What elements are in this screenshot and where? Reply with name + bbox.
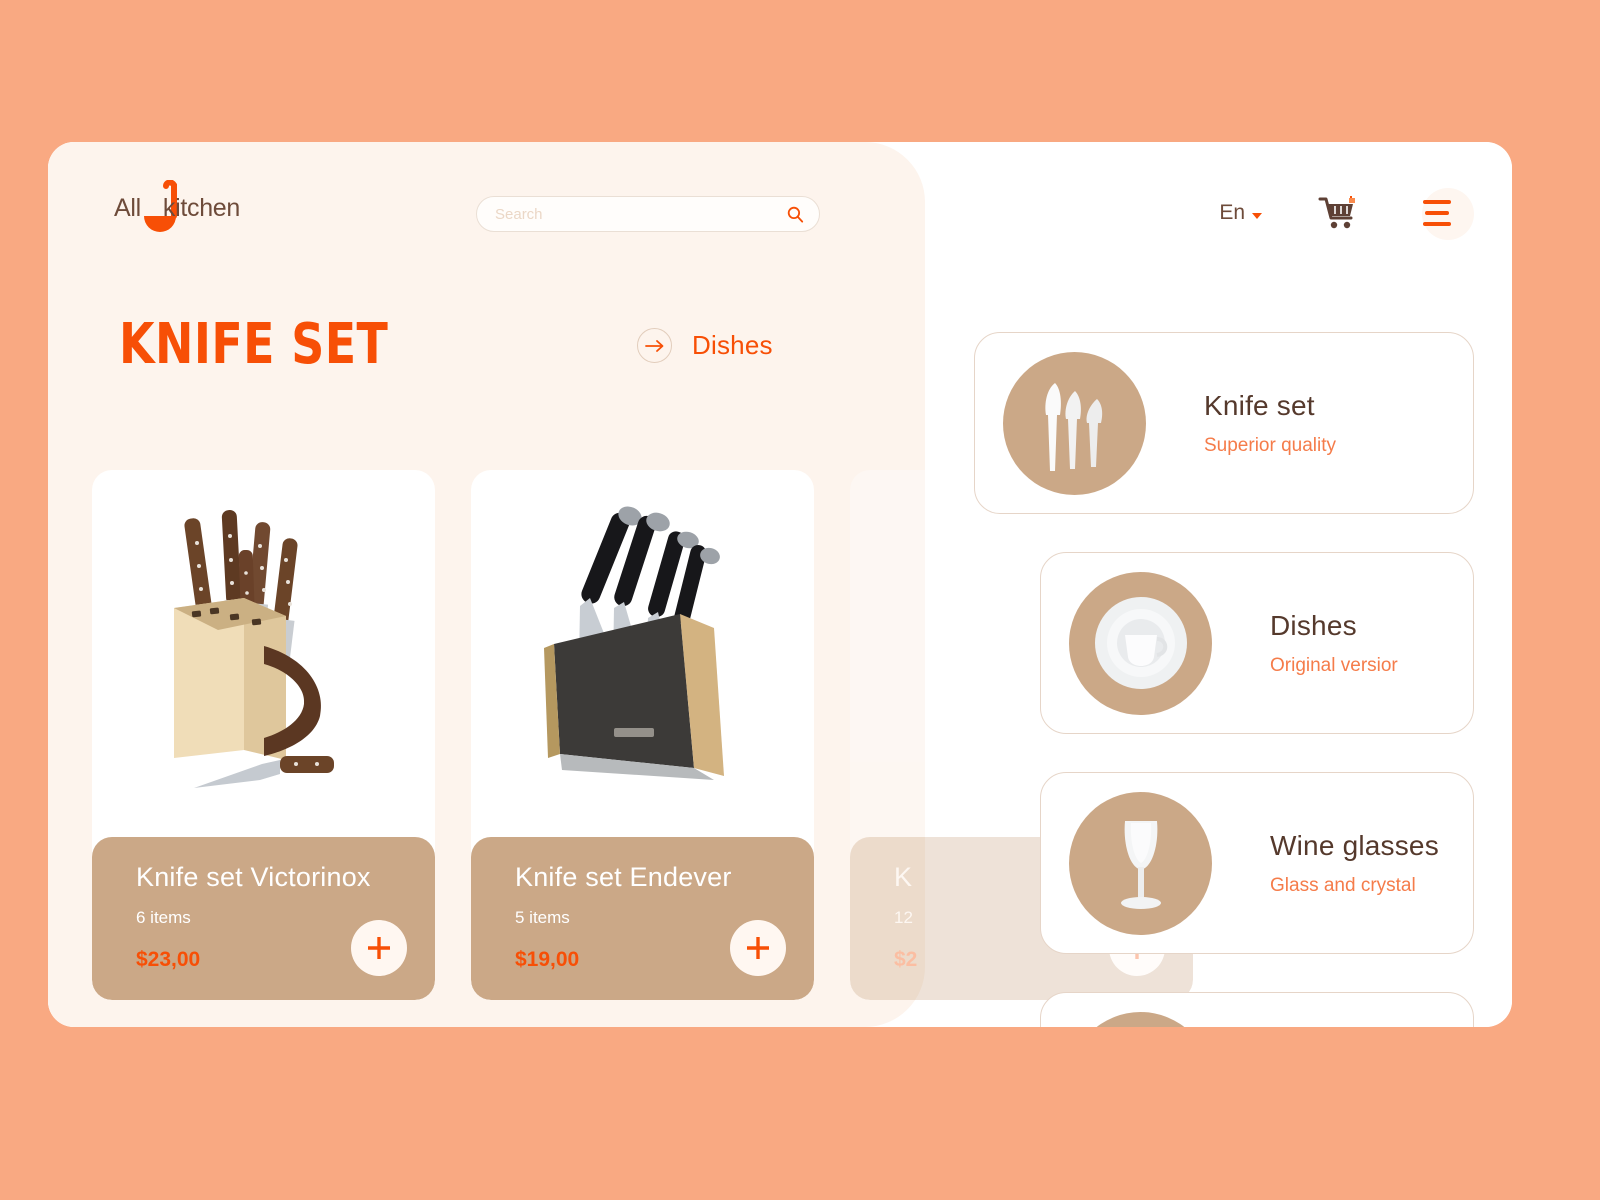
category-subtitle: Glass and crystal	[1270, 874, 1416, 896]
hamburger-bar-middle	[1425, 211, 1449, 215]
add-to-cart-button[interactable]	[351, 920, 407, 976]
category-text: Knife set Superior quality	[1204, 390, 1336, 457]
category-subtitle: Original versior	[1270, 654, 1398, 676]
magnetic-knife-block-image	[471, 470, 814, 825]
three-knives-icon	[1003, 351, 1146, 495]
dishes-link-label: Dishes	[692, 330, 773, 360]
product-name: Knife set Victorinox	[136, 862, 371, 892]
category-subtitle: Superior quality	[1204, 434, 1337, 456]
header-actions: En	[1219, 188, 1474, 240]
category-card-next[interactable]	[1040, 992, 1474, 1027]
category-title: Knife set	[1204, 389, 1315, 421]
dishes-link[interactable]: Dishes	[637, 328, 773, 363]
product-name: Knife set Endever	[515, 862, 732, 892]
search-icon[interactable]	[786, 205, 805, 224]
app-window: All kitchen En	[48, 142, 1512, 1027]
plate-and-cup-icon	[1069, 571, 1212, 715]
chevron-down-icon[interactable]	[1252, 212, 1262, 219]
category-text: Dishes Original versior	[1270, 610, 1398, 677]
product-info: Knife set Victorinox 6 items $23,00	[92, 837, 435, 1000]
add-to-cart-button[interactable]	[730, 920, 786, 976]
wooden-knife-block-image	[92, 470, 435, 825]
category-card-dishes[interactable]: Dishes Original versior	[1040, 552, 1474, 734]
search-input[interactable]	[495, 205, 786, 223]
category-title: Dishes	[1270, 609, 1357, 641]
logo-word-kitchen: kitchen	[162, 194, 241, 222]
category-card-wine-glasses[interactable]: Wine glasses Glass and crystal	[1040, 772, 1474, 954]
category-text: Wine glasses Glass and crystal	[1270, 830, 1439, 897]
plus-icon	[368, 937, 390, 959]
plus-icon	[747, 937, 769, 959]
logo-text: All kitchen	[114, 194, 240, 223]
category-title: Wine glasses	[1270, 829, 1439, 861]
hamburger-menu-icon[interactable]	[1414, 188, 1474, 240]
logo[interactable]: All kitchen	[114, 180, 294, 238]
language-label: En	[1219, 201, 1245, 224]
product-info: Knife set Endever 5 items $19,00	[471, 837, 814, 1000]
product-card[interactable]: Knife set Endever 5 items $19,00	[471, 470, 814, 1000]
category-thumb-icon	[1069, 1011, 1212, 1027]
logo-word-all: All	[114, 194, 141, 222]
page-title: KNIFE SET	[119, 312, 389, 377]
product-card[interactable]: Knife set Victorinox 6 items $23,00	[92, 470, 435, 1000]
category-card-knife-set[interactable]: Knife set Superior quality	[974, 332, 1474, 514]
arrow-right-circle-icon[interactable]	[637, 328, 672, 363]
hamburger-bar-top	[1423, 200, 1451, 204]
language-selector[interactable]: En	[1219, 201, 1262, 225]
hamburger-bar-bottom	[1423, 222, 1451, 226]
search-bar[interactable]	[476, 196, 820, 232]
category-list: Knife set Superior quality Dishes Origin…	[974, 332, 1474, 1027]
wine-glass-icon	[1069, 791, 1212, 935]
shopping-cart-icon[interactable]	[1318, 196, 1358, 230]
